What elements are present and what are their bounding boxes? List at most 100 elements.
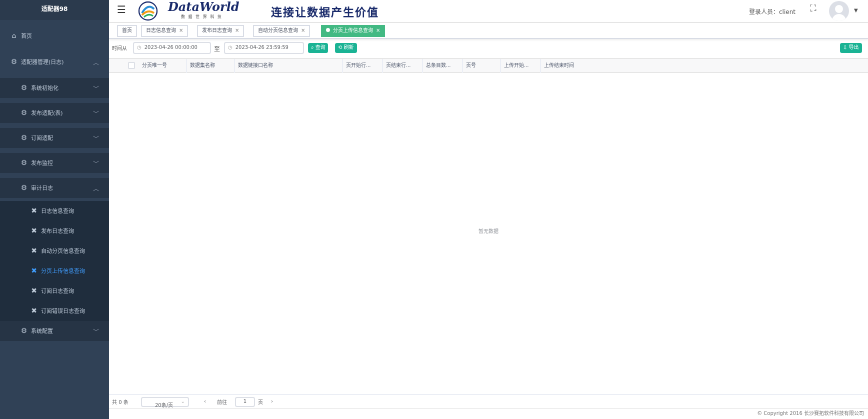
date-separator: 至 xyxy=(214,46,221,53)
end-date-value: 2023-04-26 23:59:59 xyxy=(235,45,289,51)
sidebar-title: 适配器98 xyxy=(0,0,109,20)
column-header[interactable]: 上传结束时间 xyxy=(541,59,601,73)
brand-name: DataWorld xyxy=(168,0,240,14)
chevron-down-icon: ﹀ xyxy=(92,329,99,336)
sidebar-item-auto-page-query[interactable]: ✖ 自动分页信息查询 xyxy=(0,241,109,261)
sidebar-item-label: 日志信息查询 xyxy=(41,209,75,215)
tag-auto-page-query[interactable]: 自动分页信息查询 × xyxy=(253,25,311,37)
gear-icon: ⚙ xyxy=(20,184,28,192)
close-icon[interactable]: × xyxy=(301,28,305,34)
prev-page-button[interactable]: ‹ xyxy=(204,399,206,405)
sidebar-item-label: 发布适配(表) xyxy=(31,111,63,117)
page-number-input[interactable]: 1 xyxy=(235,397,255,407)
top-navbar: ☰ DataWorld 数 据 世 界 科 技 连接让数据产生价值 登录人员：c… xyxy=(109,0,868,23)
start-date-picker[interactable]: ◷ 2023-04-26 00:00:00 xyxy=(133,42,211,54)
tag-label: 日志信息查询 xyxy=(146,28,177,34)
chevron-down-icon: ⌄ xyxy=(180,399,185,405)
tools-icon: ✖ xyxy=(31,267,37,275)
home-icon: ⌂ xyxy=(11,32,17,40)
avatar[interactable] xyxy=(829,1,849,21)
sidebar-item-audit-log[interactable]: ⚙ 审计日志 ︿ xyxy=(0,178,109,198)
clock-icon: ◷ xyxy=(137,45,142,51)
tag-label: 首页 xyxy=(122,28,133,34)
fullscreen-icon[interactable]: ⛶ xyxy=(810,4,816,14)
sidebar-item-publish-log-query[interactable]: ✖ 发布日志查询 xyxy=(0,221,109,241)
gear-icon: ⚙ xyxy=(20,109,28,117)
sidebar-item-label: 自动分页信息查询 xyxy=(41,249,86,255)
sidebar-item-label: 发布日志查询 xyxy=(41,229,75,235)
sidebar-item-label: 系统初始化 xyxy=(31,86,59,92)
gear-icon: ⚙ xyxy=(20,84,28,92)
next-page-button[interactable]: › xyxy=(271,399,273,405)
header-slogan: 连接让数据产生价值 xyxy=(271,6,379,19)
column-header[interactable]: 页开始行... xyxy=(343,59,383,73)
hamburger-menu-icon[interactable]: ☰ xyxy=(117,5,126,16)
sidebar-item-subscribe-adapter[interactable]: ⚙ 订阅适配 ﹀ xyxy=(0,128,109,148)
export-button[interactable]: ⇩ 导出 xyxy=(840,43,862,53)
close-icon[interactable]: × xyxy=(235,28,239,34)
data-table: 分页唯一号 数据集名称 数据链接口名称 页开始行... 页结束行... 总条目数… xyxy=(109,58,868,394)
column-header[interactable]: 分页唯一号 xyxy=(139,59,187,73)
select-all-checkbox[interactable] xyxy=(128,62,135,69)
tag-log-info-query[interactable]: 日志信息查询 × xyxy=(141,25,189,37)
brand-subtitle: 数 据 世 界 科 技 xyxy=(181,14,223,19)
sidebar-item-page-upload-query[interactable]: ✖ 分页上传信息查询 xyxy=(0,261,109,281)
chevron-up-icon: ︿ xyxy=(92,186,99,193)
column-header[interactable]: 总条目数... xyxy=(423,59,463,73)
goto-label: 前往 xyxy=(217,400,228,406)
column-header[interactable]: 页结束行... xyxy=(383,59,423,73)
total-count: 共 0 条 xyxy=(112,400,129,406)
column-header[interactable]: 上传开始... xyxy=(501,59,541,73)
close-icon[interactable]: × xyxy=(376,28,380,34)
tag-publish-log-query[interactable]: 发布日志查询 × xyxy=(197,25,245,37)
tag-label: 分页上传信息查询 xyxy=(333,28,374,34)
end-date-picker[interactable]: ◷ 2023-04-26 23:59:59 xyxy=(224,42,304,54)
page-size-select[interactable]: 20条/页 ⌄ xyxy=(141,397,189,409)
filter-bar: 时间从 ◷ 2023-04-26 00:00:00 至 ◷ 2023-04-26 2… xyxy=(109,40,868,57)
close-icon[interactable]: × xyxy=(179,28,183,34)
tag-page-upload-query[interactable]: 分页上传信息查询 × xyxy=(321,25,386,37)
sidebar-item-adapter-management[interactable]: ⚙ 适配器管理(日志) ︿ xyxy=(0,52,109,72)
empty-table-text: 暂无数据 xyxy=(478,229,499,235)
sidebar-item-home[interactable]: ⌂ 首页 xyxy=(0,26,109,46)
query-button[interactable]: ⌕ 查询 xyxy=(308,43,329,53)
clock-icon: ◷ xyxy=(228,45,233,51)
tag-home[interactable]: 首页 xyxy=(117,25,138,37)
pagination: 共 0 条 20条/页 ⌄ ‹ 前往 1 页 › xyxy=(109,394,868,409)
login-user-label: 登录人员：client xyxy=(749,9,796,16)
gear-icon: ⚙ xyxy=(20,327,28,335)
tag-label: 发布日志查询 xyxy=(202,28,233,34)
sidebar-item-system-config[interactable]: ⚙ 系统配置 ﹀ xyxy=(0,321,109,341)
active-dot-icon xyxy=(326,28,330,32)
sidebar-item-label: 发布监控 xyxy=(31,161,54,167)
gear-icon: ⚙ xyxy=(10,58,18,66)
refresh-button[interactable]: ⟲ 刷新 xyxy=(335,43,357,53)
chevron-up-icon: ︿ xyxy=(92,60,99,67)
sidebar-item-subscribe-log-query[interactable]: ✖ 订阅日志查询 xyxy=(0,281,109,301)
sidebar-item-label: 订阅错误日志查询 xyxy=(41,309,86,315)
start-date-value: 2023-04-26 00:00:00 xyxy=(144,45,198,51)
column-header[interactable]: 数据集名称 xyxy=(187,59,235,73)
gear-icon: ⚙ xyxy=(20,134,28,142)
tools-icon: ✖ xyxy=(31,227,37,235)
tools-icon: ✖ xyxy=(31,247,37,255)
column-header[interactable]: 数据链接口名称 xyxy=(235,59,343,73)
sidebar-item-subscribe-error-log-query[interactable]: ✖ 订阅错误日志查询 xyxy=(0,301,109,321)
tools-icon: ✖ xyxy=(31,287,37,295)
sidebar-item-log-info-query[interactable]: ✖ 日志信息查询 xyxy=(0,201,109,221)
tools-icon: ✖ xyxy=(31,207,37,215)
caret-down-icon[interactable]: ▼ xyxy=(854,8,858,14)
column-header[interactable]: 页号 xyxy=(463,59,501,73)
table-header: 分页唯一号 数据集名称 数据链接口名称 页开始行... 页结束行... 总条目数… xyxy=(109,58,868,73)
sidebar-item-label: 首页 xyxy=(21,34,33,40)
sidebar-item-label: 分页上传信息查询 xyxy=(41,269,86,275)
sidebar-item-publish-monitor[interactable]: ⚙ 发布监控 ﹀ xyxy=(0,153,109,173)
sidebar-item-publish-adapter[interactable]: ⚙ 发布适配(表) ﹀ xyxy=(0,103,109,123)
sidebar: 适配器98 ⌂ 首页 ⚙ 适配器管理(日志) ︿ ⚙ 系统初始化 ﹀ ⚙ 发布适… xyxy=(0,0,109,419)
footer-copyright: © Copyright 2016 长沙赛拓软件科技有限公司 xyxy=(109,408,868,419)
page-unit-label: 页 xyxy=(258,400,264,406)
dataworld-logo-icon xyxy=(138,1,158,21)
chevron-down-icon: ﹀ xyxy=(92,161,99,168)
gear-icon: ⚙ xyxy=(20,159,28,167)
sidebar-item-system-init[interactable]: ⚙ 系统初始化 ﹀ xyxy=(0,78,109,98)
